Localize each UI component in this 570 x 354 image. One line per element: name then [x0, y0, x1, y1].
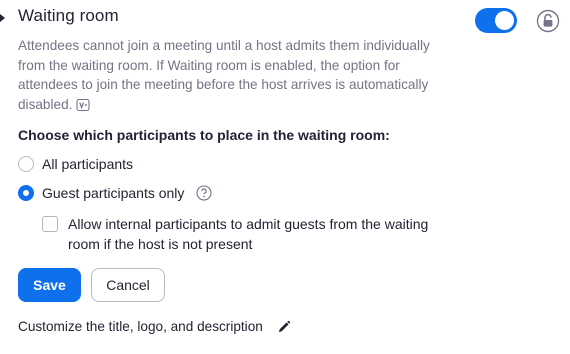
waiting-room-toggle[interactable] [475, 8, 517, 33]
radio-button-checked[interactable] [18, 185, 34, 201]
toggle-knob [495, 11, 514, 30]
cancel-button[interactable]: Cancel [91, 268, 165, 302]
lock-icon[interactable] [536, 9, 560, 33]
allow-internal-checkbox[interactable] [42, 216, 58, 232]
radio-button-unchecked[interactable] [18, 156, 34, 172]
pencil-icon[interactable] [277, 320, 291, 334]
allow-internal-label: Allow internal participants to admit gue… [68, 216, 429, 252]
radio-label: All participants [42, 156, 134, 172]
radio-all-participants[interactable]: All participants [18, 156, 133, 172]
collapse-arrow-icon[interactable] [0, 14, 6, 22]
radio-label: Guest participants only [42, 185, 185, 201]
customize-row: Customize the title, logo, and descripti… [18, 319, 291, 334]
save-button[interactable]: Save [18, 268, 81, 302]
setting-title: Waiting room [18, 6, 119, 25]
waiting-room-setting: Waiting room Attendees cannot join a mee… [0, 0, 570, 354]
radio-guest-participants-only[interactable]: Guest participants only [18, 185, 212, 201]
version-icon[interactable] [76, 98, 90, 112]
participants-question: Choose which participants to place in th… [18, 127, 390, 143]
allow-internal-admit-option[interactable]: Allow internal participants to admit gue… [42, 214, 448, 254]
setting-description: Attendees cannot join a meeting until a … [18, 36, 458, 114]
question-mark-icon[interactable] [196, 185, 212, 201]
customize-label: Customize the title, logo, and descripti… [18, 319, 263, 334]
